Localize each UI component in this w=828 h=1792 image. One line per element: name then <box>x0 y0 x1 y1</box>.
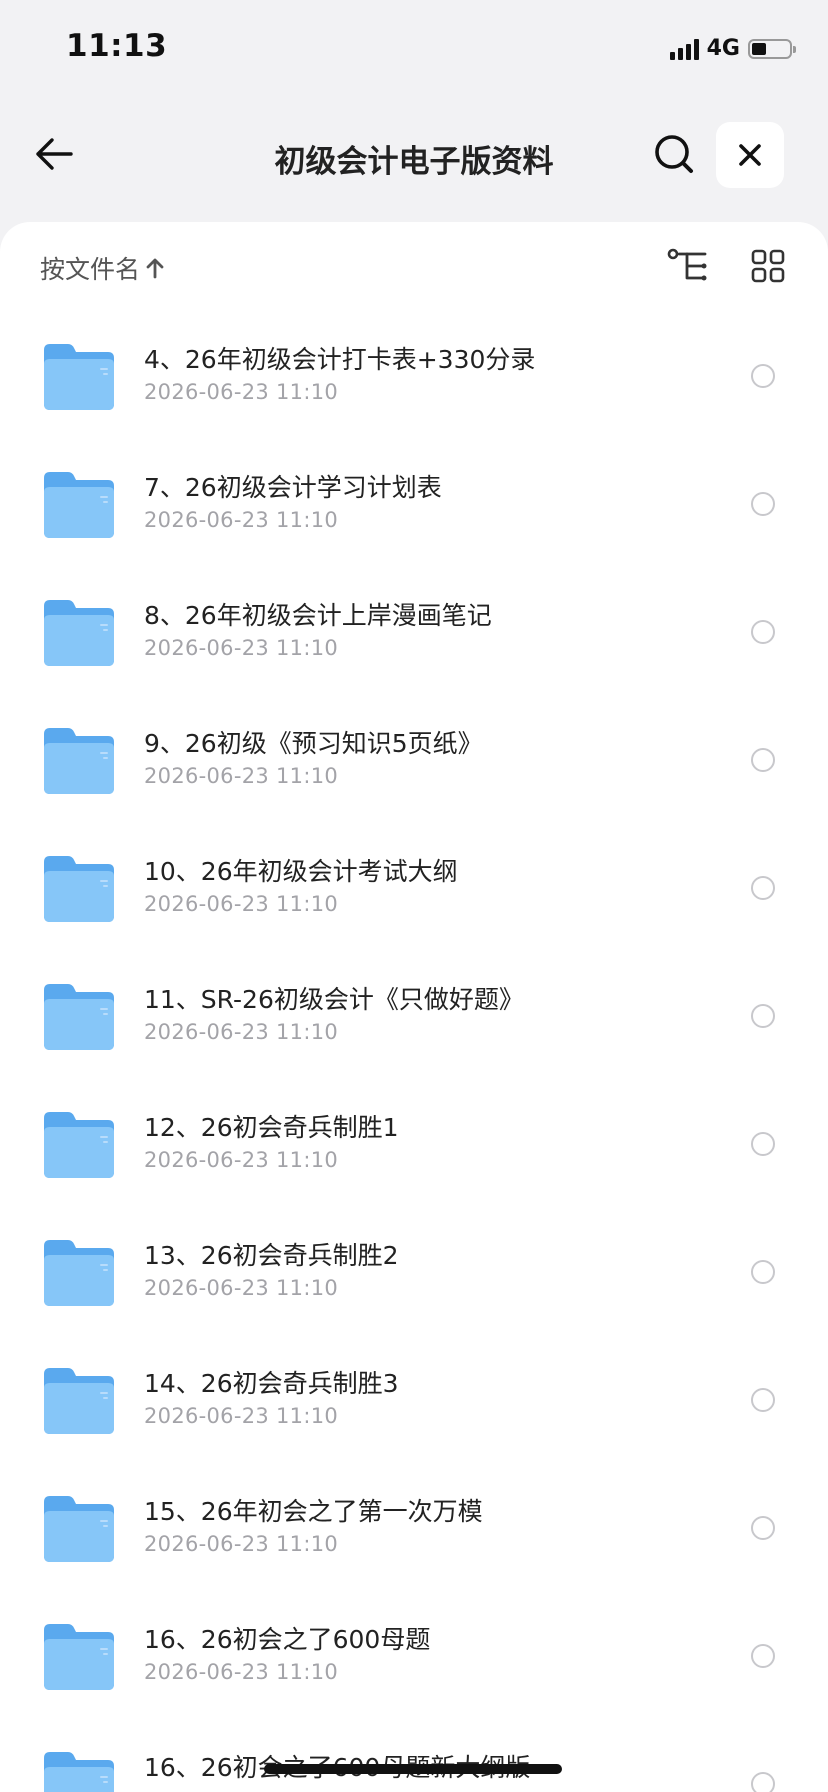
home-indicator[interactable] <box>264 1764 562 1774</box>
file-name: 4、26年初级会计打卡表+330分录 <box>144 345 536 374</box>
file-row[interactable]: 4、26年初级会计打卡表+330分录 2026-06-23 11:10 <box>0 322 828 450</box>
select-radio[interactable] <box>751 876 775 900</box>
tree-view-icon <box>667 248 707 281</box>
file-name: 8、26年初级会计上岸漫画笔记 <box>144 601 492 630</box>
grid-view-button[interactable] <box>744 244 792 288</box>
folder-icon <box>44 728 114 794</box>
file-row[interactable]: 9、26初级《预习知识5页纸》 2026-06-23 11:10 <box>0 706 828 834</box>
page-title: 初级会计电子版资料 <box>274 144 554 180</box>
file-name: 10、26年初级会计考试大纲 <box>144 857 458 886</box>
file-row[interactable]: 12、26初会奇兵制胜1 2026-06-23 11:10 <box>0 1090 828 1218</box>
folder-icon <box>44 1752 114 1792</box>
file-row[interactable]: 16、26初会之了600母题新大纲版 <box>0 1730 828 1792</box>
signal-icon <box>669 38 699 60</box>
close-button[interactable] <box>716 122 784 188</box>
file-row[interactable]: 16、26初会之了600母题 2026-06-23 11:10 <box>0 1602 828 1730</box>
select-radio[interactable] <box>751 1132 775 1156</box>
select-radio[interactable] <box>751 1516 775 1540</box>
folder-icon <box>44 472 114 538</box>
list-toolbar: 按文件名 <box>0 222 828 312</box>
select-radio[interactable] <box>751 492 775 516</box>
file-row[interactable]: 14、26初会奇兵制胜3 2026-06-23 11:10 <box>0 1346 828 1474</box>
battery-level <box>752 42 766 55</box>
battery-tip <box>793 45 796 53</box>
file-name: 15、26年初会之了第一次万模 <box>144 1497 483 1526</box>
tree-view-button[interactable] <box>664 244 712 288</box>
select-radio[interactable] <box>751 748 775 772</box>
file-date: 2026-06-23 11:10 <box>144 1532 339 1556</box>
folder-icon <box>44 1496 114 1562</box>
file-date: 2026-06-23 11:10 <box>144 380 339 404</box>
file-browser-panel: 按文件名 4、26年初级会计打卡表+330分录 2026-06-23 11:10… <box>0 222 828 1792</box>
select-radio[interactable] <box>751 1772 775 1792</box>
select-radio[interactable] <box>751 1260 775 1284</box>
select-radio[interactable] <box>751 620 775 644</box>
folder-icon <box>44 1368 114 1434</box>
file-row[interactable]: 11、SR-26初级会计《只做好题》 2026-06-23 11:10 <box>0 962 828 1090</box>
file-row[interactable]: 8、26年初级会计上岸漫画笔记 2026-06-23 11:10 <box>0 578 828 706</box>
nav-bar: 初级会计电子版资料 <box>0 110 828 200</box>
file-name: 12、26初会奇兵制胜1 <box>144 1113 399 1142</box>
file-date: 2026-06-23 11:10 <box>144 892 339 916</box>
search-button[interactable] <box>648 128 700 180</box>
folder-icon <box>44 344 114 410</box>
file-date: 2026-06-23 11:10 <box>144 1276 339 1300</box>
select-radio[interactable] <box>751 364 775 388</box>
file-name: 9、26初级《预习知识5页纸》 <box>144 729 483 758</box>
search-icon <box>655 135 693 173</box>
arrow-up-icon <box>146 258 164 279</box>
folder-icon <box>44 1112 114 1178</box>
close-icon <box>739 144 761 166</box>
file-date: 2026-06-23 11:10 <box>144 636 339 660</box>
file-name: 11、SR-26初级会计《只做好题》 <box>144 985 524 1014</box>
file-row[interactable]: 10、26年初级会计考试大纲 2026-06-23 11:10 <box>0 834 828 962</box>
folder-icon <box>44 600 114 666</box>
status-time: 11:13 <box>66 28 168 64</box>
file-date: 2026-06-23 11:10 <box>144 1148 339 1172</box>
status-bar: 11:13 4G <box>0 0 828 100</box>
file-name: 16、26初会之了600母题 <box>144 1625 431 1654</box>
status-indicators: 4G <box>669 36 796 61</box>
battery-icon <box>748 38 796 59</box>
folder-icon <box>44 1624 114 1690</box>
sort-label: 按文件名 <box>40 255 141 284</box>
file-row[interactable]: 13、26初会奇兵制胜2 2026-06-23 11:10 <box>0 1218 828 1346</box>
grid-view-icon <box>751 249 785 283</box>
file-date: 2026-06-23 11:10 <box>144 508 339 532</box>
select-radio[interactable] <box>751 1644 775 1668</box>
file-row[interactable]: 15、26年初会之了第一次万模 2026-06-23 11:10 <box>0 1474 828 1602</box>
file-list: 4、26年初级会计打卡表+330分录 2026-06-23 11:10 7、26… <box>0 322 828 1792</box>
file-date: 2026-06-23 11:10 <box>144 1020 339 1044</box>
select-radio[interactable] <box>751 1388 775 1412</box>
file-date: 2026-06-23 11:10 <box>144 1660 339 1684</box>
sort-by-name-button[interactable]: 按文件名 <box>40 250 164 286</box>
file-name: 14、26初会奇兵制胜3 <box>144 1369 399 1398</box>
file-name: 7、26初级会计学习计划表 <box>144 473 442 502</box>
file-date: 2026-06-23 11:10 <box>144 764 339 788</box>
file-date: 2026-06-23 11:10 <box>144 1404 339 1428</box>
folder-icon <box>44 856 114 922</box>
file-row[interactable]: 7、26初级会计学习计划表 2026-06-23 11:10 <box>0 450 828 578</box>
select-radio[interactable] <box>751 1004 775 1028</box>
file-name: 13、26初会奇兵制胜2 <box>144 1241 399 1270</box>
folder-icon <box>44 1240 114 1306</box>
network-type: 4G <box>706 36 740 61</box>
folder-icon <box>44 984 114 1050</box>
